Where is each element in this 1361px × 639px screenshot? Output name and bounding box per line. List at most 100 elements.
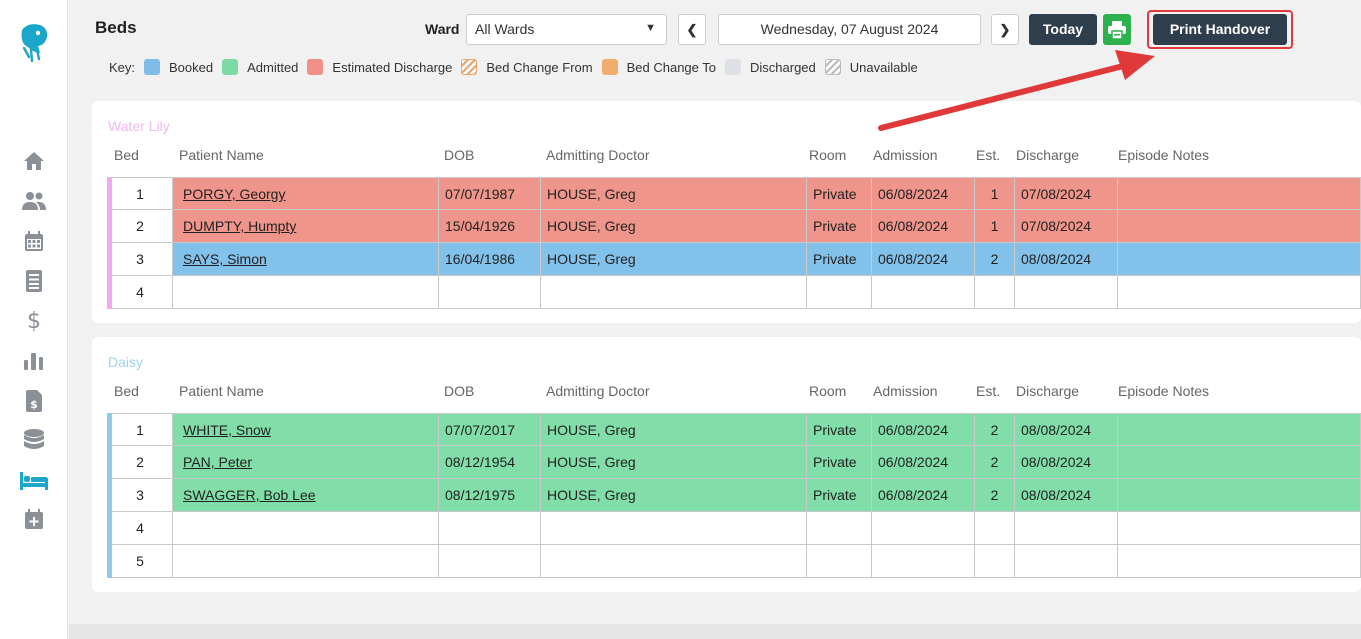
cell-name <box>173 545 439 578</box>
list-icon <box>26 270 42 292</box>
bed-row[interactable]: 3 SAYS, Simon 16/04/1986 HOUSE, Greg Private… <box>107 243 1361 276</box>
nav-database[interactable] <box>0 425 68 455</box>
cell-notes <box>1118 413 1361 446</box>
cell-discharge: 07/08/2024 <box>1015 177 1118 210</box>
nav-calendar[interactable] <box>0 226 68 256</box>
cell-doctor: HOUSE, Greg <box>541 210 807 243</box>
ward-color-bar <box>107 276 112 309</box>
dollar-icon: $ <box>27 309 41 332</box>
col-admission: Admission <box>873 147 938 163</box>
cell-room <box>807 276 872 309</box>
cell-dob <box>439 545 541 578</box>
key-item-admitted: Admitted <box>247 59 299 75</box>
col-discharge: Discharge <box>1016 383 1080 399</box>
nav-reports[interactable] <box>0 345 68 375</box>
cell-discharge <box>1015 276 1118 309</box>
key-swatch-bed-change-to <box>601 59 618 75</box>
ward-color-bar <box>107 243 112 276</box>
cell-doctor <box>541 276 807 309</box>
cell-notes <box>1118 243 1361 276</box>
today-button[interactable]: Today <box>1029 14 1097 45</box>
ward-color-bar <box>107 177 112 210</box>
cell-est <box>975 545 1015 578</box>
printer-icon <box>1108 20 1126 39</box>
bed-row[interactable]: 2 PAN, Peter 08/12/1954 HOUSE, Greg Private 0… <box>107 446 1361 479</box>
cell-dob: 07/07/2017 <box>439 413 541 446</box>
patients-icon <box>22 192 46 210</box>
cell-est: 1 <box>975 210 1015 243</box>
prev-day-button[interactable]: ❮ <box>678 14 706 45</box>
key-swatch-estimated-discharge <box>307 59 324 75</box>
cell-doctor <box>541 512 807 545</box>
bed-row[interactable]: 4 <box>107 276 1361 309</box>
cell-dob: 07/07/1987 <box>439 177 541 210</box>
key-item-booked: Booked <box>169 59 214 75</box>
cell-name: PORGY, Georgy <box>173 177 439 210</box>
patient-name-link[interactable]: SAYS, Simon <box>183 251 267 267</box>
col-episode-notes: Episode Notes <box>1118 147 1210 163</box>
nav-beds[interactable] <box>0 466 68 496</box>
bed-row[interactable]: 5 <box>107 545 1361 578</box>
patient-name-link[interactable]: WHITE, Snow <box>183 422 271 438</box>
cell-est: 2 <box>975 446 1015 479</box>
col-bed: Bed <box>114 383 139 399</box>
invoice-icon: $ <box>26 390 42 412</box>
cell-room <box>807 512 872 545</box>
bed-row[interactable]: 2 DUMPTY, Humpty 15/04/1926 HOUSE, Greg Priv… <box>107 210 1361 243</box>
cell-bed: 2 <box>107 446 173 479</box>
cell-discharge: 08/08/2024 <box>1015 479 1118 512</box>
key-swatch-admitted <box>222 59 239 75</box>
bed-row[interactable]: 1 PORGY, Georgy 07/07/1987 HOUSE, Greg Priva… <box>107 177 1361 210</box>
cell-discharge <box>1015 545 1118 578</box>
cell-admission <box>872 512 975 545</box>
print-button[interactable] <box>1103 14 1131 45</box>
cell-admission: 06/08/2024 <box>872 177 975 210</box>
print-handover-button[interactable]: Print Handover <box>1153 14 1287 45</box>
cell-est: 2 <box>975 479 1015 512</box>
patient-name-link[interactable]: DUMPTY, Humpty <box>183 218 296 234</box>
cell-est: 1 <box>975 177 1015 210</box>
ward-label: Ward <box>425 21 460 37</box>
nav-appointments[interactable] <box>0 504 68 534</box>
nav-home[interactable] <box>0 146 68 176</box>
cell-discharge <box>1015 512 1118 545</box>
bed-row[interactable]: 1 WHITE, Snow 07/07/2017 HOUSE, Greg Private… <box>107 413 1361 446</box>
next-day-button[interactable]: ❯ <box>991 14 1019 45</box>
calendar-plus-icon <box>25 508 43 529</box>
bed-row[interactable]: 3 SWAGGER, Bob Lee 08/12/1975 HOUSE, Greg Pr… <box>107 479 1361 512</box>
cell-bed: 5 <box>107 545 173 578</box>
cell-bed: 4 <box>107 512 173 545</box>
ward-color-bar <box>107 413 112 446</box>
nav-list[interactable] <box>0 266 68 296</box>
nav-billing[interactable]: $ <box>0 305 68 335</box>
toolbar: Beds Ward All Wards ▼ ❮ Wednesday, 07 Au… <box>69 0 1361 90</box>
key-item-bed-change-to: Bed Change To <box>626 59 716 75</box>
col-dob: DOB <box>444 147 475 163</box>
cell-bed: 4 <box>107 276 173 309</box>
cell-notes <box>1118 512 1361 545</box>
ward-card-water-lily: Water Lily Bed Patient Name DOB Admitting Do… <box>92 101 1361 323</box>
calendar-icon <box>25 230 43 251</box>
bed-row[interactable]: 4 <box>107 512 1361 545</box>
patient-name-link[interactable]: PAN, Peter <box>183 454 252 470</box>
cell-admission: 06/08/2024 <box>872 243 975 276</box>
ward-name: Daisy <box>108 354 144 370</box>
app-logo[interactable] <box>18 22 50 64</box>
status-key: Key: Booked Admitted Estimated Discharge… <box>109 59 927 75</box>
patient-name-link[interactable]: SWAGGER, Bob Lee <box>183 487 316 503</box>
cell-notes <box>1118 210 1361 243</box>
patient-name-link[interactable]: PORGY, Georgy <box>183 186 285 202</box>
svg-text:$: $ <box>30 398 38 411</box>
col-dob: DOB <box>444 383 475 399</box>
ward-select[interactable]: All Wards ▼ <box>466 14 667 45</box>
cell-doctor: HOUSE, Greg <box>541 446 807 479</box>
cell-notes <box>1118 177 1361 210</box>
cell-est <box>975 276 1015 309</box>
cell-bed: 3 <box>107 479 173 512</box>
cell-room: Private <box>807 413 872 446</box>
ward-name: Water Lily <box>108 118 170 134</box>
date-picker[interactable]: Wednesday, 07 August 2024 <box>718 14 981 45</box>
cell-name: DUMPTY, Humpty <box>173 210 439 243</box>
nav-patients[interactable] <box>0 186 68 216</box>
nav-invoices[interactable]: $ <box>0 386 68 416</box>
